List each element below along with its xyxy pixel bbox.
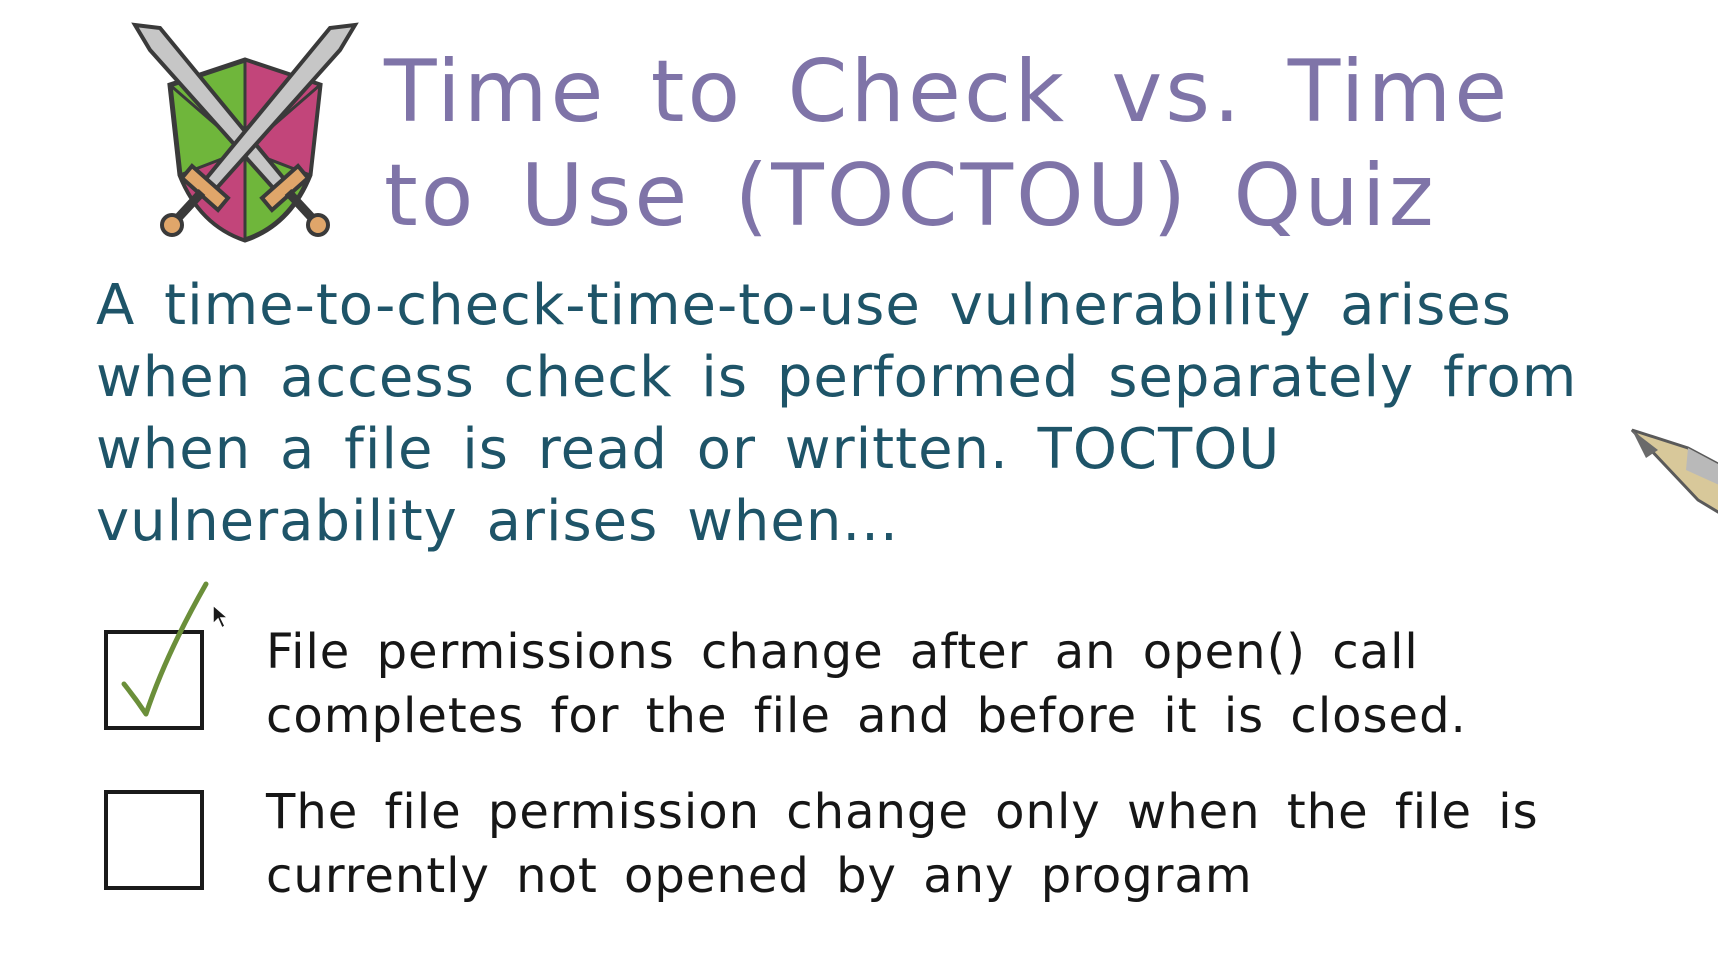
checkmark-icon (121, 581, 209, 717)
quiz-question: A time-to-check-time-to-use vulnerabilit… (96, 273, 1578, 554)
option-1-label[interactable]: File permissions change after an open() … (266, 620, 1616, 748)
crossed-swords-shield-icon (130, 20, 360, 260)
pen-tip-icon (1630, 428, 1718, 514)
option-2-label[interactable]: The file permission change only when the… (266, 780, 1616, 908)
option-2-checkbox[interactable] (104, 790, 204, 890)
quiz-option-2[interactable]: The file permission change only when the… (104, 780, 1604, 920)
quiz-title: Time to Check vs. Time to Use (TOCTOU) Q… (384, 42, 1511, 246)
option-1-checkbox[interactable] (104, 581, 209, 730)
quiz-option-1[interactable]: File permissions change after an open() … (104, 581, 1604, 760)
mouse-cursor-icon (212, 604, 230, 630)
